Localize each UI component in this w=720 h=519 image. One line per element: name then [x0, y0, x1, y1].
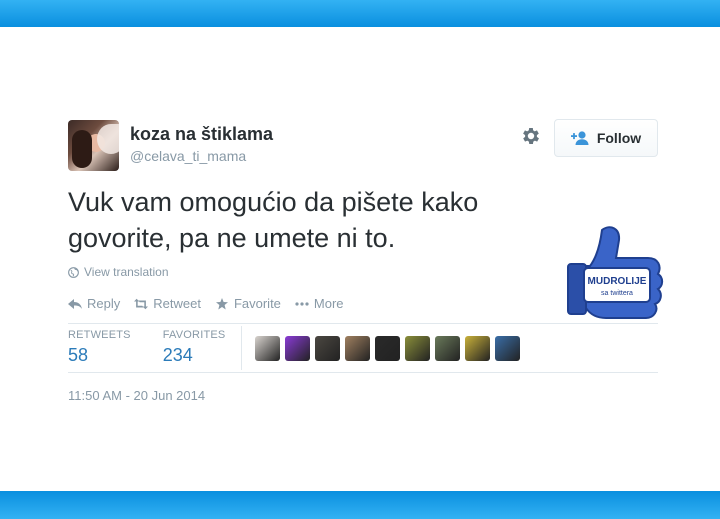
retweets-count[interactable]: 58: [68, 345, 131, 366]
favorite-label: Favorite: [233, 296, 281, 311]
favorites-count[interactable]: 234: [163, 345, 226, 366]
globe-icon: [68, 266, 79, 278]
divider: [68, 372, 658, 373]
favorites-stat[interactable]: FAVORITES 234: [163, 329, 226, 366]
bottom-banner: [0, 491, 720, 519]
favoriter-avatar[interactable]: [465, 336, 490, 361]
retweet-label: Retweet: [153, 296, 201, 311]
retweets-stat[interactable]: RETWEETS 58: [68, 329, 131, 366]
tweet-stats: RETWEETS 58 FAVORITES 234: [68, 329, 257, 366]
favoriter-avatar[interactable]: [315, 336, 340, 361]
stats-separator: [241, 326, 242, 370]
reply-button[interactable]: Reply: [68, 296, 120, 311]
reply-label: Reply: [87, 296, 121, 311]
retweets-label: RETWEETS: [68, 329, 131, 341]
favorite-button[interactable]: Favorite: [215, 296, 281, 311]
more-button[interactable]: More: [295, 296, 344, 311]
avatar-hair: [72, 130, 92, 168]
favoriter-avatar[interactable]: [435, 336, 460, 361]
tweet-timestamp[interactable]: 11:50 AM - 20 Jun 2014: [68, 388, 205, 403]
reply-icon: [68, 298, 82, 309]
favorites-label: FAVORITES: [162, 329, 226, 341]
view-translation-link[interactable]: View translation: [68, 265, 169, 279]
thumbs-up-badge: MUDROLIJE sa twittera: [567, 226, 664, 319]
favoriter-avatar[interactable]: [285, 336, 310, 361]
user-display-name[interactable]: koza na štiklama: [130, 124, 273, 145]
more-label: More: [313, 296, 344, 311]
favoriter-avatar[interactable]: [495, 336, 520, 361]
user-handle[interactable]: @celava_ti_mama: [130, 148, 246, 164]
badge-title: MUDROLIJE: [588, 276, 647, 287]
favoriter-avatar[interactable]: [255, 336, 280, 361]
avatar-highlight: [97, 124, 119, 154]
favoriter-avatar[interactable]: [405, 336, 430, 361]
follow-button[interactable]: Follow: [554, 119, 658, 157]
avatar[interactable]: [68, 120, 119, 171]
badge-subtitle: sa twittera: [601, 290, 633, 297]
follow-button-label: Follow: [596, 130, 642, 146]
retweet-icon: [134, 298, 149, 309]
add-person-icon: [570, 131, 589, 145]
ellipsis-icon: [295, 301, 309, 306]
favoriters-avatars: [255, 336, 520, 361]
gear-icon[interactable]: [520, 125, 542, 147]
retweet-button[interactable]: Retweet: [134, 296, 201, 311]
tweet-text: Vuk vam omogućio da pišete kako govorite…: [68, 187, 479, 253]
favoriter-avatar[interactable]: [345, 336, 370, 361]
view-translation-label: View translation: [84, 265, 169, 279]
top-banner: [0, 0, 720, 27]
star-icon: [215, 297, 228, 309]
tweet-actions: Reply Retweet Favorite More: [68, 296, 344, 311]
favoriter-avatar[interactable]: [375, 336, 400, 361]
